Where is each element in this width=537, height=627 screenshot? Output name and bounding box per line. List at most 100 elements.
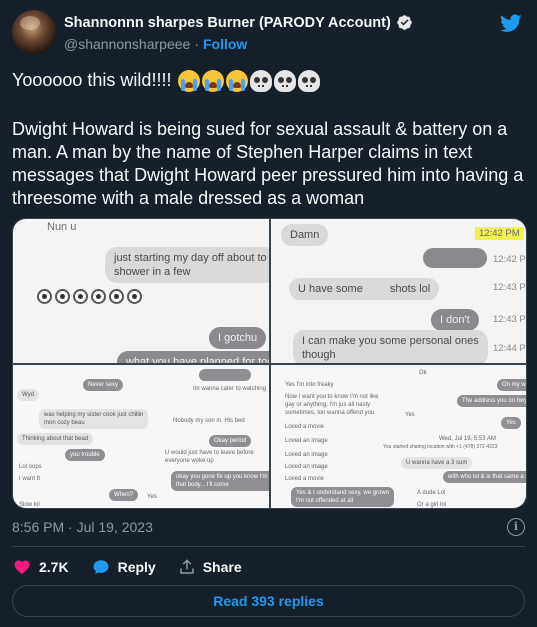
message-line: gay or anything, I'm jus all nasty (285, 402, 371, 408)
emoji-reaction-row (37, 289, 142, 304)
message-bubble: what you have planned for today ? (117, 351, 269, 363)
message-line: okay you gone fix up you know I'm on (176, 474, 269, 480)
read-replies-button[interactable]: Read 393 replies (12, 585, 525, 617)
screenshot-1[interactable]: Nun u just starting my day off about to … (13, 219, 269, 363)
loudly-crying-face-icon (178, 69, 201, 92)
message-line: U would just have to leave before (165, 450, 254, 456)
author-name-row: Shannonnn sharpes Burner (PARODY Account… (64, 14, 413, 31)
skull-icon (274, 69, 297, 92)
share-button[interactable]: Share (178, 558, 242, 576)
eyes-icon (37, 289, 52, 304)
message-bubble: Okay period (209, 435, 252, 447)
tweet-body: Dwight Howard is being sued for sexual a… (12, 119, 524, 208)
twitter-bird-icon[interactable] (499, 12, 523, 34)
emoji-row (178, 69, 321, 92)
tweet-card: Shannonnn sharpes Burner (PARODY Account… (0, 0, 537, 627)
eyes-icon (109, 289, 124, 304)
location-share-notice: You started sharing location with +1 (47… (383, 444, 498, 450)
divider (12, 546, 525, 547)
message-text: Yes (147, 494, 157, 500)
message-line: shower in a few (114, 266, 191, 278)
like-count: 2.7K (39, 559, 69, 575)
message-bubble: you trouble (65, 449, 105, 461)
message-bubble: U have some shots lol (289, 278, 440, 300)
message-bubble (423, 248, 487, 268)
message-bubble: Yes & I understand sexy, we grown I'm no… (291, 487, 395, 507)
message-text: Loved an image (285, 438, 328, 444)
message-bubble: When? (109, 489, 139, 501)
loudly-crying-face-icon (202, 69, 225, 92)
message-bubble: Damn (281, 224, 329, 246)
message-line: sometimes, lon wanna offend you (285, 410, 375, 416)
message-text: Nun u (47, 221, 77, 233)
message-bubble: just starting my day off about to shower… (105, 247, 269, 283)
message-text: Nobody my son in. His bed (173, 418, 245, 424)
message-bubble: The address you on hwy right? (457, 395, 526, 407)
message-text: shots lol (389, 283, 431, 295)
reply-button[interactable]: Reply (91, 558, 156, 576)
message-line: that body... I'll come (176, 482, 229, 488)
eyes-icon (91, 289, 106, 304)
handle-row: @shannonsharpeee · Follow (64, 36, 247, 52)
message-text: Im wanna cater to watching (193, 386, 267, 392)
share-label: Share (202, 559, 242, 575)
verified-badge-icon (397, 15, 412, 30)
reply-bubble-icon (93, 560, 109, 575)
follow-button[interactable]: Follow (203, 36, 247, 52)
message-text: Loved a movie (285, 476, 325, 482)
message-line: I'm not offended at all (296, 498, 354, 504)
message-bubble: was helping my sister cook just chillin … (39, 409, 149, 429)
message-text: Loved an image (285, 452, 328, 458)
avatar[interactable] (12, 10, 56, 54)
message-text: Yes (405, 412, 415, 418)
tweet-first-line: Yoooooo this wild!!!! (12, 69, 527, 92)
screenshot-4[interactable]: Ok Yes I'm into freaky On my way Now I w… (271, 365, 526, 508)
eyes-icon (55, 289, 70, 304)
timestamp: 12:43 PM (493, 314, 526, 325)
tweet-timestamp[interactable]: 8:56 PM · Jul 19, 2023 (12, 519, 153, 535)
tweet-intro-text: Yoooooo this wild!!!! (12, 70, 172, 90)
message-bubble: with who lol & is that same a super? (443, 471, 526, 483)
message-text: Yes I'm into freaky (285, 382, 334, 388)
media-grid[interactable]: Nun u just starting my day off about to … (12, 218, 527, 509)
skull-icon (250, 69, 273, 92)
separator-dot: · (194, 36, 199, 52)
heart-icon (14, 560, 30, 575)
author-display-name[interactable]: Shannonnn sharpes Burner (PARODY Account… (64, 15, 391, 31)
message-bubble: U wanna have a 3 sum (401, 457, 473, 469)
eyes-icon (127, 289, 142, 304)
message-text: A dude Lol (417, 490, 446, 496)
message-bubble: On my way (497, 379, 526, 391)
message-line: Now I want you to know I'm not like (285, 394, 379, 400)
message-text: Loved a movie (285, 424, 325, 430)
tweet-text: Yoooooo this wild!!!! Dwight Howard is b… (12, 69, 527, 210)
message-line: I can make you some personal ones (302, 335, 479, 347)
message-bubble: I can make you some personal ones though (293, 330, 488, 363)
message-line: was helping my sister cook just chillin (44, 412, 144, 418)
loudly-crying-face-icon (226, 69, 249, 92)
screenshot-3[interactable]: Never sexy Wyd Im wanna cater to watchin… (13, 365, 269, 508)
action-bar: 2.7K Reply Share (12, 556, 242, 578)
timestamp: 12:42 PM (475, 227, 524, 240)
message-line: just starting my day off about to (114, 252, 267, 264)
message-text: Loved an image (285, 464, 328, 470)
screenshot-2[interactable]: Damn 12:42 PM 12:42 PM U have some shots… (271, 219, 526, 363)
message-text: I want It (19, 476, 41, 482)
message-text: Lol oops (19, 464, 42, 470)
message-line: though (302, 349, 336, 361)
message-bubble: okay you gone fix up you know I'm on tha… (171, 471, 269, 491)
timestamp: 12:42 PM (493, 254, 526, 265)
message-bubble: Yes (501, 417, 521, 429)
message-bubble: Thinking about that bead (17, 433, 94, 445)
info-icon[interactable]: i (507, 518, 525, 536)
message-text: U have some (298, 283, 363, 295)
timestamp: 12:44 PM (493, 343, 526, 354)
skull-icon (298, 69, 321, 92)
message-text: Now I want you to know I'm not like gay … (285, 393, 379, 417)
like-button[interactable]: 2.7K (12, 558, 69, 576)
message-text: Or a girl lol (417, 502, 447, 508)
author-handle[interactable]: @shannonsharpeee (64, 36, 190, 52)
message-line: mon cozy beau (44, 420, 85, 426)
message-bubble: I don't (431, 309, 479, 331)
eyes-icon (73, 289, 88, 304)
